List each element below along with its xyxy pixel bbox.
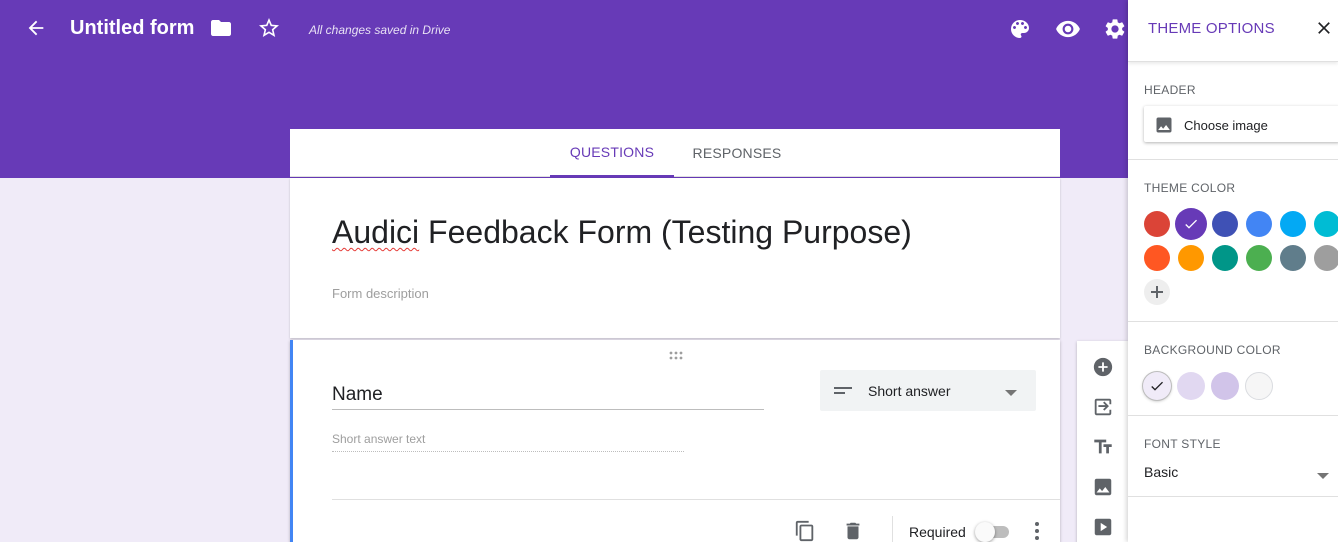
question-title-input[interactable]: Name (332, 382, 764, 410)
background-color-swatch[interactable] (1143, 372, 1171, 400)
title-text-icon[interactable] (1090, 434, 1116, 460)
theme-color-swatch[interactable] (1280, 211, 1306, 237)
card-divider (332, 499, 1060, 500)
background-color-swatch[interactable] (1177, 372, 1205, 400)
form-title-input[interactable]: Audici Feedback Form (Testing Purpose) (332, 214, 912, 251)
check-icon (1149, 378, 1165, 394)
add-custom-color-button[interactable] (1144, 279, 1170, 305)
theme-panel-title: THEME OPTIONS (1148, 20, 1275, 37)
question-type-select[interactable]: Short answer (820, 370, 1036, 411)
theme-options-panel: THEME OPTIONS HEADER Choose image THEME … (1128, 0, 1338, 542)
question-card[interactable]: Name Short answer Short answer text Requ… (290, 340, 1060, 542)
form-header-card: Audici Feedback Form (Testing Purpose) F… (290, 178, 1060, 338)
form-title-rest: Feedback Form (Testing Purpose) (419, 214, 912, 250)
star-icon[interactable] (256, 15, 282, 41)
background-color-label: BACKGROUND COLOR (1144, 343, 1281, 357)
toggle-knob (975, 522, 995, 542)
theme-panel-header: THEME OPTIONS (1128, 0, 1338, 62)
check-icon (1183, 216, 1199, 232)
close-icon[interactable] (1312, 16, 1336, 40)
choose-image-label: Choose image (1184, 118, 1268, 133)
question-type-label: Short answer (868, 383, 951, 399)
theme-color-swatch[interactable] (1314, 245, 1338, 271)
save-status: All changes saved in Drive (309, 23, 451, 37)
image-icon (1154, 115, 1174, 140)
font-style-value: Basic (1144, 464, 1179, 480)
folder-icon[interactable] (208, 15, 234, 41)
theme-color-swatch[interactable] (1212, 245, 1238, 271)
form-description-input[interactable]: Form description (332, 286, 429, 301)
font-style-select[interactable]: Basic (1144, 462, 1338, 484)
tabs-bar: QUESTIONS RESPONSES (290, 129, 1060, 177)
more-vert-icon[interactable] (1027, 518, 1047, 542)
section-divider (1128, 496, 1338, 497)
video-icon[interactable] (1090, 514, 1116, 540)
gear-icon[interactable] (1101, 15, 1129, 43)
section-divider (1128, 321, 1338, 322)
theme-color-swatch[interactable] (1246, 211, 1272, 237)
theme-color-swatch[interactable] (1212, 211, 1238, 237)
font-style-label: FONT STYLE (1144, 437, 1221, 451)
theme-color-swatch[interactable] (1144, 211, 1170, 237)
copy-icon[interactable] (792, 518, 818, 542)
required-label: Required (909, 524, 966, 540)
short-answer-placeholder: Short answer text (332, 432, 684, 452)
section-divider (1128, 415, 1338, 416)
form-title-first-word: Audici (332, 214, 420, 250)
tab-responses[interactable]: RESPONSES (682, 129, 792, 177)
theme-color-swatch[interactable] (1144, 245, 1170, 271)
back-arrow-icon[interactable] (22, 14, 50, 42)
theme-color-swatch[interactable] (1246, 245, 1272, 271)
chevron-down-icon (1004, 385, 1018, 403)
side-toolbar (1077, 341, 1128, 542)
palette-icon[interactable] (1006, 15, 1034, 43)
theme-color-swatch[interactable] (1175, 208, 1207, 240)
choose-image-button[interactable]: Choose image (1144, 106, 1338, 142)
section-divider (1128, 159, 1338, 160)
theme-color-swatch[interactable] (1178, 245, 1204, 271)
add-circle-icon[interactable] (1090, 354, 1116, 380)
eye-icon[interactable] (1054, 15, 1082, 43)
top-bar: Untitled form All changes saved in Drive (0, 0, 1128, 58)
background-color-swatch[interactable] (1245, 372, 1273, 400)
required-toggle[interactable] (975, 522, 1011, 542)
image-icon[interactable] (1090, 474, 1116, 500)
header-section-label: HEADER (1144, 83, 1196, 97)
theme-color-swatch[interactable] (1280, 245, 1306, 271)
footer-divider (892, 516, 893, 542)
trash-icon[interactable] (840, 518, 866, 542)
background-color-swatch[interactable] (1211, 372, 1239, 400)
tab-questions[interactable]: QUESTIONS (550, 129, 674, 177)
short-answer-icon (834, 382, 854, 403)
theme-color-label: THEME COLOR (1144, 181, 1236, 195)
import-questions-icon[interactable] (1090, 394, 1116, 420)
form-title[interactable]: Untitled form (70, 17, 194, 40)
chevron-down-icon (1316, 468, 1330, 486)
drag-handle-icon[interactable] (667, 348, 687, 360)
theme-color-swatch[interactable] (1314, 211, 1338, 237)
